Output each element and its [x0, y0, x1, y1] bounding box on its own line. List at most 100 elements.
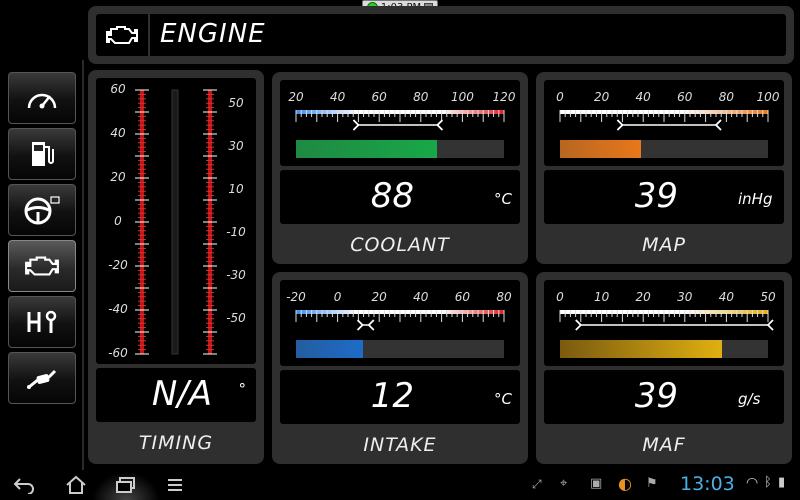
coolant-scale-label: 20 — [288, 90, 304, 104]
intake-scale-label: 60 — [454, 290, 471, 304]
download-icon: ⚑ — [646, 476, 658, 491]
menu-icon[interactable] — [166, 476, 184, 494]
recent-apps-icon[interactable] — [114, 476, 138, 494]
intake-value: 12 — [370, 376, 414, 416]
map-scale-label: 0 — [556, 90, 564, 104]
timing-right-scale-label: -10 — [226, 225, 246, 239]
gps-icon: ⌖ — [560, 476, 568, 491]
maf-label: MAF — [642, 434, 686, 456]
maf-readout: 39 g/s — [544, 370, 784, 424]
app-notification-icon: ◐ — [618, 474, 632, 493]
map-scale-label: 40 — [635, 90, 651, 104]
intake-unit: °C — [494, 390, 512, 408]
maf-scale-label: 30 — [677, 290, 693, 304]
sidebar-item-diagnostics[interactable] — [8, 296, 76, 348]
coolant-scale-label: 80 — [413, 90, 429, 104]
battery-icon: ▮ — [778, 475, 786, 490]
timing-left-scale-label: 40 — [110, 126, 126, 140]
intake-scale-label: 0 — [333, 290, 342, 304]
map-panel: 0 20 40 60 80 100 39 inHg MAP — [536, 72, 792, 264]
wrench-icon — [27, 310, 57, 333]
coolant-bar-gauge: 20 40 60 80 100 120 — [280, 80, 520, 166]
timing-left-scale-label: -60 — [108, 346, 128, 360]
maf-panel: 0 10 20 30 40 50 39 g/s MAF — [536, 272, 792, 464]
timing-left-scale-label: 60 — [110, 82, 126, 96]
intake-bar-gauge: -20 0 20 40 60 80 — [280, 280, 520, 366]
maf-scale-label: 10 — [593, 290, 610, 304]
timing-left-scale-label: -20 — [108, 258, 128, 272]
image-icon: ▣ — [590, 476, 603, 491]
map-level-fill — [560, 140, 642, 158]
map-scale-label: 100 — [756, 90, 780, 104]
maf-scale-label: 40 — [718, 290, 735, 304]
sidebar-item-fuel[interactable] — [8, 128, 76, 180]
intake-panel: -20 0 20 40 60 80 12 °C INTAKE — [272, 272, 528, 464]
maf-scale-label: 20 — [635, 290, 651, 304]
timing-unit: ° — [238, 380, 247, 398]
page-title: ENGINE — [160, 19, 266, 49]
intake-level-bar — [296, 340, 504, 358]
timing-right-scale-label: 50 — [228, 96, 244, 110]
home-icon[interactable] — [64, 475, 88, 495]
coolant-panel: 20 40 60 80 100 120 88 °C COOLANT — [272, 72, 528, 264]
maf-level-fill — [560, 340, 723, 358]
map-scale-label: 20 — [593, 90, 610, 104]
map-value: 39 — [634, 176, 678, 216]
intake-scale-label: 20 — [371, 290, 387, 304]
coolant-unit: °C — [494, 190, 512, 208]
header-panel: ENGINE — [88, 6, 794, 64]
sidebar-item-engine[interactable] — [8, 240, 76, 292]
intake-tick-scale — [295, 310, 505, 331]
timing-value: N/A — [151, 374, 212, 414]
sidebar-item-driving[interactable] — [8, 184, 76, 236]
expand-icon[interactable]: ⤢ — [532, 477, 542, 492]
sidebar-item-dashboard[interactable] — [8, 72, 76, 124]
intake-level-fill — [296, 340, 363, 358]
back-icon[interactable] — [12, 476, 36, 494]
intake-label: INTAKE — [363, 434, 437, 456]
timing-label: TIMING — [138, 432, 214, 454]
maf-value: 39 — [634, 376, 678, 416]
bluetooth-icon: ᛒ — [764, 475, 772, 490]
system-clock: 13:03 — [680, 473, 735, 495]
maf-tick-scale — [559, 310, 774, 331]
maf-bar-gauge: 0 10 20 30 40 50 — [544, 280, 784, 366]
map-bar-gauge: 0 20 40 60 80 100 — [544, 80, 784, 166]
maf-unit: g/s — [738, 390, 761, 408]
map-scale-label: 60 — [677, 90, 693, 104]
steering-wheel-icon — [24, 196, 60, 225]
sidebar-item-refuel[interactable] — [8, 352, 76, 404]
timing-gauge: 60 40 20 0 -20 -40 -60 50 30 10 -10 -30 -50 — [96, 78, 256, 364]
map-unit: inHg — [738, 190, 773, 208]
map-level-bar — [560, 140, 768, 158]
sidebar — [0, 60, 84, 470]
intake-scale-label: -20 — [286, 290, 306, 304]
timing-left-scale-label: 0 — [114, 214, 122, 228]
intake-readout: 12 °C — [280, 370, 520, 424]
coolant-readout: 88 °C — [280, 170, 520, 224]
engine-icon — [25, 256, 59, 276]
timing-left-scale-label: 20 — [110, 170, 126, 184]
map-label: MAP — [642, 234, 686, 256]
coolant-level-fill — [296, 140, 438, 158]
header-screen: ENGINE — [96, 14, 786, 56]
map-scale-label: 80 — [718, 90, 735, 104]
speedometer-icon — [27, 93, 57, 109]
timing-panel: 60 40 20 0 -20 -40 -60 50 30 10 -10 -30 -50 N/A ° T… — [88, 70, 264, 464]
intake-scale-label: 40 — [413, 290, 429, 304]
header-engine-icon — [96, 14, 150, 56]
maf-level-bar — [560, 340, 768, 358]
system-taskbar: ⤢ ⌖ ▣ ◐ ⚑ 13:03 ◠ ᛒ ▮ — [0, 470, 800, 500]
coolant-scale-label: 40 — [329, 90, 346, 104]
coolant-label: COOLANT — [350, 234, 450, 256]
timing-readout: N/A ° — [96, 368, 256, 422]
timing-left-scale-label: -40 — [108, 302, 128, 316]
timing-right-scale-label: -50 — [226, 311, 246, 325]
maf-scale-label: 50 — [760, 290, 776, 304]
timing-right-scale-label: 30 — [228, 139, 244, 153]
coolant-scale-label: 60 — [371, 90, 387, 104]
fuel-pump-icon — [32, 142, 54, 166]
coolant-level-bar — [296, 140, 504, 158]
coolant-tick-scale — [295, 110, 505, 131]
fuel-nozzle-icon — [27, 369, 57, 389]
